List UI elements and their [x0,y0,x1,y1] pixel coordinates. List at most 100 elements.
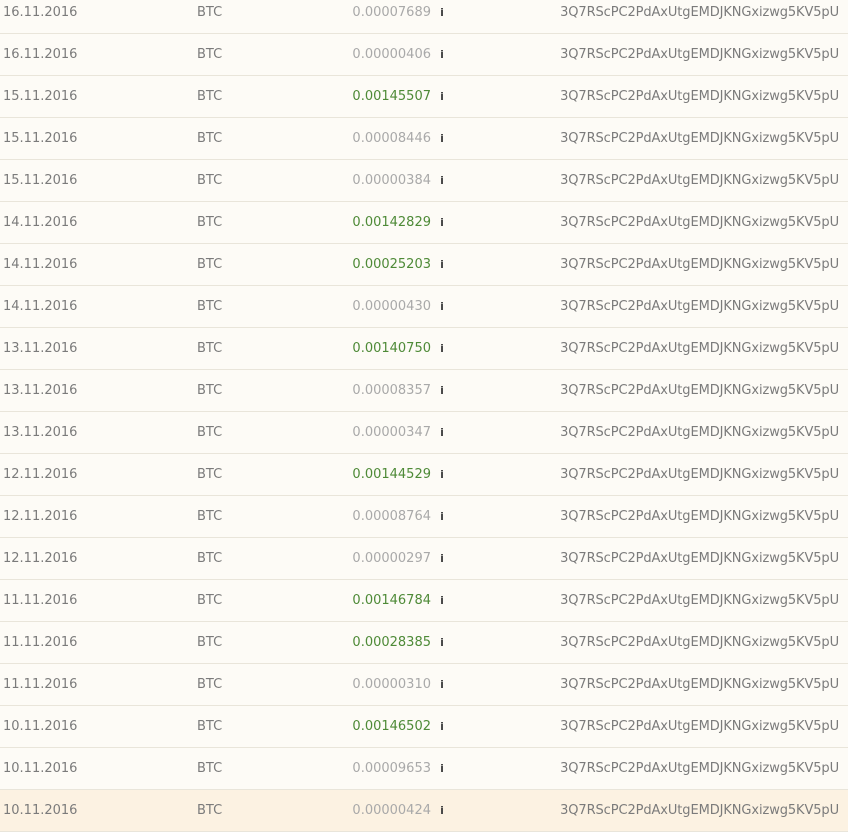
address-cell: 3Q7RScPC2PdAxUtgEMDJKNGxizwg5KV5pU [560,593,839,608]
date-cell: 16.11.2016 [3,5,78,20]
table-row[interactable]: 16.11.2016 BTC 0.00000406 i 3Q7RScPC2PdA… [0,34,848,76]
address-cell: 3Q7RScPC2PdAxUtgEMDJKNGxizwg5KV5pU [560,299,839,314]
address-cell: 3Q7RScPC2PdAxUtgEMDJKNGxizwg5KV5pU [560,257,839,272]
address-cell: 3Q7RScPC2PdAxUtgEMDJKNGxizwg5KV5pU [560,803,839,818]
info-icon[interactable]: i [438,467,446,483]
table-row[interactable]: 11.11.2016 BTC 0.00000310 i 3Q7RScPC2PdA… [0,664,848,706]
amount-cell: 0.00007689 [352,5,431,20]
date-cell: 15.11.2016 [3,131,78,146]
currency-cell: BTC [197,719,223,734]
currency-cell: BTC [197,47,223,62]
info-icon[interactable]: i [438,341,446,357]
date-cell: 14.11.2016 [3,215,78,230]
info-icon[interactable]: i [438,173,446,189]
info-icon[interactable]: i [438,509,446,525]
info-icon[interactable]: i [438,383,446,399]
address-cell: 3Q7RScPC2PdAxUtgEMDJKNGxizwg5KV5pU [560,425,839,440]
address-cell: 3Q7RScPC2PdAxUtgEMDJKNGxizwg5KV5pU [560,89,839,104]
info-icon[interactable]: i [438,803,446,819]
amount-cell: 0.00008764 [352,509,431,524]
table-row[interactable]: 10.11.2016 BTC 0.00009653 i 3Q7RScPC2PdA… [0,748,848,790]
currency-cell: BTC [197,131,223,146]
address-cell: 3Q7RScPC2PdAxUtgEMDJKNGxizwg5KV5pU [560,551,839,566]
date-cell: 12.11.2016 [3,509,78,524]
address-cell: 3Q7RScPC2PdAxUtgEMDJKNGxizwg5KV5pU [560,173,839,188]
info-icon[interactable]: i [438,635,446,651]
date-cell: 11.11.2016 [3,677,78,692]
address-cell: 3Q7RScPC2PdAxUtgEMDJKNGxizwg5KV5pU [560,215,839,230]
amount-cell: 0.00146502 [352,719,431,734]
table-row[interactable]: 10.11.2016 BTC 0.00146502 i 3Q7RScPC2PdA… [0,706,848,748]
date-cell: 12.11.2016 [3,467,78,482]
address-cell: 3Q7RScPC2PdAxUtgEMDJKNGxizwg5KV5pU [560,761,839,776]
amount-cell: 0.00140750 [352,341,431,356]
info-icon[interactable]: i [438,5,446,21]
address-cell: 3Q7RScPC2PdAxUtgEMDJKNGxizwg5KV5pU [560,131,839,146]
info-icon[interactable]: i [438,257,446,273]
table-row[interactable]: 14.11.2016 BTC 0.00025203 i 3Q7RScPC2PdA… [0,244,848,286]
currency-cell: BTC [197,761,223,776]
table-row[interactable]: 16.11.2016 BTC 0.00007689 i 3Q7RScPC2PdA… [0,0,848,34]
amount-cell: 0.00009653 [352,761,431,776]
table-row[interactable]: 15.11.2016 BTC 0.00000384 i 3Q7RScPC2PdA… [0,160,848,202]
amount-cell: 0.00028385 [352,635,431,650]
date-cell: 11.11.2016 [3,593,78,608]
date-cell: 13.11.2016 [3,425,78,440]
info-icon[interactable]: i [438,131,446,147]
currency-cell: BTC [197,635,223,650]
amount-cell: 0.00025203 [352,257,431,272]
address-cell: 3Q7RScPC2PdAxUtgEMDJKNGxizwg5KV5pU [560,47,839,62]
date-cell: 16.11.2016 [3,47,78,62]
currency-cell: BTC [197,299,223,314]
info-icon[interactable]: i [438,89,446,105]
amount-cell: 0.00000384 [352,173,431,188]
amount-cell: 0.00000297 [352,551,431,566]
date-cell: 15.11.2016 [3,173,78,188]
address-cell: 3Q7RScPC2PdAxUtgEMDJKNGxizwg5KV5pU [560,383,839,398]
currency-cell: BTC [197,173,223,188]
table-row[interactable]: 14.11.2016 BTC 0.00142829 i 3Q7RScPC2PdA… [0,202,848,244]
address-cell: 3Q7RScPC2PdAxUtgEMDJKNGxizwg5KV5pU [560,677,839,692]
table-row[interactable]: 14.11.2016 BTC 0.00000430 i 3Q7RScPC2PdA… [0,286,848,328]
info-icon[interactable]: i [438,215,446,231]
currency-cell: BTC [197,551,223,566]
address-cell: 3Q7RScPC2PdAxUtgEMDJKNGxizwg5KV5pU [560,5,839,20]
table-row[interactable]: 12.11.2016 BTC 0.00008764 i 3Q7RScPC2PdA… [0,496,848,538]
address-cell: 3Q7RScPC2PdAxUtgEMDJKNGxizwg5KV5pU [560,719,839,734]
currency-cell: BTC [197,509,223,524]
currency-cell: BTC [197,5,223,20]
date-cell: 10.11.2016 [3,719,78,734]
info-icon[interactable]: i [438,761,446,777]
currency-cell: BTC [197,341,223,356]
info-icon[interactable]: i [438,551,446,567]
date-cell: 13.11.2016 [3,341,78,356]
table-row[interactable]: 15.11.2016 BTC 0.00145507 i 3Q7RScPC2PdA… [0,76,848,118]
date-cell: 14.11.2016 [3,299,78,314]
date-cell: 11.11.2016 [3,635,78,650]
date-cell: 14.11.2016 [3,257,78,272]
amount-cell: 0.00008357 [352,383,431,398]
currency-cell: BTC [197,89,223,104]
date-cell: 12.11.2016 [3,551,78,566]
amount-cell: 0.00000424 [352,803,431,818]
table-row[interactable]: 12.11.2016 BTC 0.00144529 i 3Q7RScPC2PdA… [0,454,848,496]
table-row[interactable]: 10.11.2016 BTC 0.00000424 i 3Q7RScPC2PdA… [0,790,848,832]
table-row[interactable]: 15.11.2016 BTC 0.00008446 i 3Q7RScPC2PdA… [0,118,848,160]
info-icon[interactable]: i [438,425,446,441]
currency-cell: BTC [197,257,223,272]
info-icon[interactable]: i [438,593,446,609]
info-icon[interactable]: i [438,299,446,315]
address-cell: 3Q7RScPC2PdAxUtgEMDJKNGxizwg5KV5pU [560,635,839,650]
table-row[interactable]: 13.11.2016 BTC 0.00140750 i 3Q7RScPC2PdA… [0,328,848,370]
info-icon[interactable]: i [438,719,446,735]
amount-cell: 0.00000406 [352,47,431,62]
table-row[interactable]: 13.11.2016 BTC 0.00008357 i 3Q7RScPC2PdA… [0,370,848,412]
amount-cell: 0.00000430 [352,299,431,314]
table-row[interactable]: 11.11.2016 BTC 0.00028385 i 3Q7RScPC2PdA… [0,622,848,664]
info-icon[interactable]: i [438,677,446,693]
info-icon[interactable]: i [438,47,446,63]
table-row[interactable]: 13.11.2016 BTC 0.00000347 i 3Q7RScPC2PdA… [0,412,848,454]
table-row[interactable]: 11.11.2016 BTC 0.00146784 i 3Q7RScPC2PdA… [0,580,848,622]
date-cell: 15.11.2016 [3,89,78,104]
table-row[interactable]: 12.11.2016 BTC 0.00000297 i 3Q7RScPC2PdA… [0,538,848,580]
